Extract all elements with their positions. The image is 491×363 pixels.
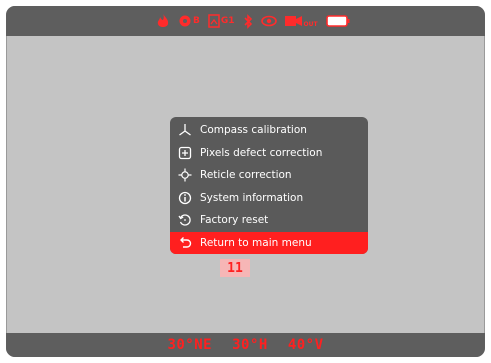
tilt-readout: 30°H (232, 337, 268, 353)
compass-icon (178, 123, 192, 137)
menu-item-reticle-correction[interactable]: Reticle correction (170, 164, 368, 187)
info-icon (178, 191, 192, 205)
menu-item-factory-reset[interactable]: Factory reset (170, 209, 368, 232)
menu-item-label: Compass calibration (200, 124, 307, 137)
gear-icon: B (178, 14, 200, 28)
plus-square-icon (178, 146, 192, 160)
menu-item-return-to-main-menu[interactable]: Return to main menu (170, 231, 368, 254)
picture-mode-icon: G1 (208, 14, 235, 28)
menu-item-system-information[interactable]: System information (170, 187, 368, 210)
reset-icon (178, 213, 192, 227)
menu-item-label: Pixels defect correction (200, 146, 323, 159)
bluetooth-icon (243, 13, 253, 29)
menu-item-label: Reticle correction (200, 169, 292, 182)
eye-icon (260, 15, 277, 27)
menu-page-indicator: 11 (220, 259, 250, 277)
heading-readout: 30°NE (167, 337, 213, 353)
menu-item-label: Return to main menu (200, 236, 312, 249)
menu-item-label: Factory reset (200, 214, 269, 227)
settings-menu: Compass calibration Pixels defect correc… (170, 117, 368, 254)
menu-item-pixels-defect-correction[interactable]: Pixels defect correction (170, 142, 368, 165)
temperature-readout: 40°V (287, 337, 324, 353)
battery-icon (325, 15, 350, 27)
device-screen: B G1 OUT Compass calibration Pixels defe… (6, 6, 485, 357)
menu-item-compass-calibration[interactable]: Compass calibration (170, 119, 368, 142)
picture-mode-label: G1 (220, 16, 235, 26)
menu-item-label: System information (200, 191, 304, 204)
readout-bar: 30°NE 30°H 40°V (6, 333, 485, 357)
video-out-icon: OUT (284, 14, 318, 28)
crosshair-icon (178, 168, 192, 182)
flame-icon (156, 13, 170, 29)
video-out-label: OUT (303, 21, 318, 28)
gear-mode-label: B (193, 16, 200, 26)
status-bar: B G1 OUT (6, 6, 485, 36)
return-icon (178, 236, 192, 250)
status-icons: B G1 OUT (156, 10, 358, 32)
